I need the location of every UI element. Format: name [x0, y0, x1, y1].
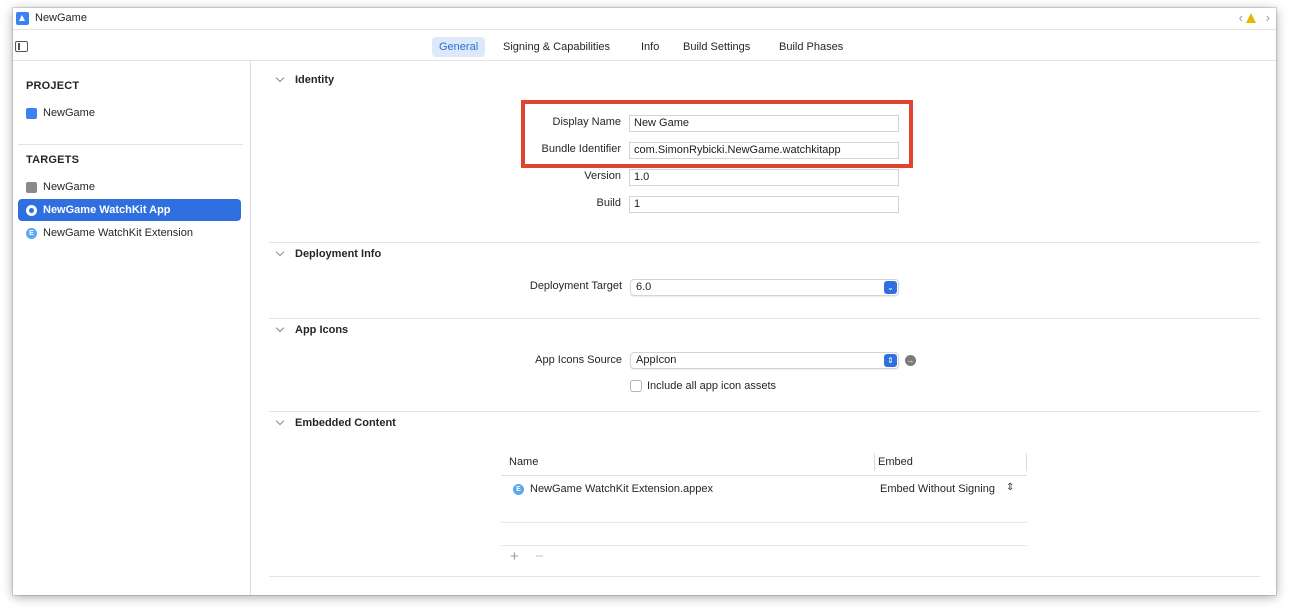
table-row-divider	[501, 522, 1027, 523]
section-title-identity[interactable]: Identity	[295, 74, 334, 86]
table-header-divider	[501, 475, 1027, 476]
build-label: Build	[596, 197, 621, 209]
section-divider	[269, 411, 1260, 412]
project-header: PROJECT	[26, 80, 80, 92]
tab-build-settings[interactable]: Build Settings	[676, 37, 757, 57]
embedded-item-name: NewGame WatchKit Extension.appex	[530, 483, 714, 495]
build-field[interactable]: 1	[629, 196, 899, 213]
go-to-asset-icon[interactable]: →	[905, 355, 916, 366]
add-button[interactable]: +	[510, 548, 519, 565]
tab-info[interactable]: Info	[634, 37, 666, 57]
column-separator	[1026, 453, 1027, 471]
chevron-down-icon[interactable]	[275, 73, 285, 83]
updown-arrows-icon: ⇕	[884, 354, 897, 367]
deployment-target-label: Deployment Target	[529, 280, 622, 292]
tab-general[interactable]: General	[432, 37, 486, 57]
include-all-icons-checkbox[interactable]	[630, 380, 642, 392]
warning-icon[interactable]	[1246, 13, 1256, 23]
sidebar-toggle-icon[interactable]	[15, 41, 28, 52]
xcode-window: NewGame ‹ › General Signing & Capabiliti…	[13, 8, 1276, 595]
sidebar-item-project[interactable]: NewGame	[18, 102, 241, 124]
sidebar-item-target-watchkit-app[interactable]: NewGame WatchKit App	[18, 199, 241, 221]
version-label: Version	[584, 170, 621, 182]
column-header-name[interactable]: Name	[501, 450, 876, 474]
annotation-highlight-box	[521, 100, 913, 168]
targets-header: TARGETS	[26, 154, 80, 166]
project-icon	[26, 108, 37, 119]
sidebar-item-target-watchkit-extension[interactable]: E NewGame WatchKit Extension	[18, 222, 241, 244]
version-field[interactable]: 1.0	[629, 169, 899, 186]
sidebar-item-label: NewGame	[43, 181, 95, 193]
chevron-down-icon: ⌄	[884, 281, 897, 294]
table-row-divider	[501, 545, 1027, 546]
extension-icon: E	[513, 484, 524, 495]
extension-icon: E	[26, 228, 37, 239]
sidebar-item-label: NewGame	[43, 107, 95, 119]
watch-app-icon	[26, 205, 37, 216]
updown-arrows-icon[interactable]: ⇕	[1006, 482, 1014, 493]
window-title: NewGame	[35, 12, 87, 24]
tab-build-phases[interactable]: Build Phases	[772, 37, 850, 57]
section-divider	[269, 242, 1260, 243]
remove-button[interactable]: −	[535, 548, 544, 565]
chevron-down-icon[interactable]	[275, 416, 285, 426]
section-divider	[269, 318, 1260, 319]
tab-signing-capabilities[interactable]: Signing & Capabilities	[496, 37, 617, 57]
project-targets-sidebar: PROJECT NewGame TARGETS NewGame NewGame …	[13, 61, 251, 595]
deployment-target-value: 6.0	[636, 281, 652, 293]
sidebar-item-target-newgame[interactable]: NewGame	[18, 176, 241, 198]
app-icons-source-popup[interactable]: AppIcon ⇕	[630, 352, 899, 369]
embed-option-popup[interactable]: Embed Without Signing	[880, 483, 995, 495]
editor-tab-bar: General Signing & Capabilities Info Buil…	[13, 30, 1276, 61]
title-bar: NewGame ‹ ›	[13, 8, 1276, 30]
app-icons-source-label: App Icons Source	[535, 354, 622, 366]
sidebar-divider	[18, 144, 243, 145]
section-title-embedded-content[interactable]: Embedded Content	[295, 417, 396, 429]
project-file-icon	[16, 12, 29, 25]
deployment-target-popup[interactable]: 6.0 ⌄	[630, 279, 899, 296]
section-divider	[269, 576, 1260, 577]
embedded-content-table: Name Embed E NewGame WatchKit Extension.…	[501, 450, 1027, 546]
sidebar-item-label: NewGame WatchKit Extension	[43, 227, 193, 239]
include-all-icons-label: Include all app icon assets	[647, 380, 777, 392]
chevron-down-icon[interactable]	[275, 247, 285, 257]
chevron-right-icon[interactable]: ›	[1266, 10, 1270, 25]
app-icons-source-value: AppIcon	[636, 354, 677, 366]
section-title-deployment-info[interactable]: Deployment Info	[295, 248, 381, 260]
chevron-down-icon[interactable]	[275, 323, 285, 333]
section-title-app-icons[interactable]: App Icons	[295, 324, 348, 336]
column-header-embed[interactable]: Embed	[870, 450, 1020, 474]
chevron-left-icon[interactable]: ‹	[1239, 10, 1243, 25]
sidebar-item-label: NewGame WatchKit App	[43, 204, 171, 216]
general-settings-pane: Identity Display Name New Game Bundle Id…	[252, 61, 1276, 595]
app-target-icon	[26, 182, 37, 193]
